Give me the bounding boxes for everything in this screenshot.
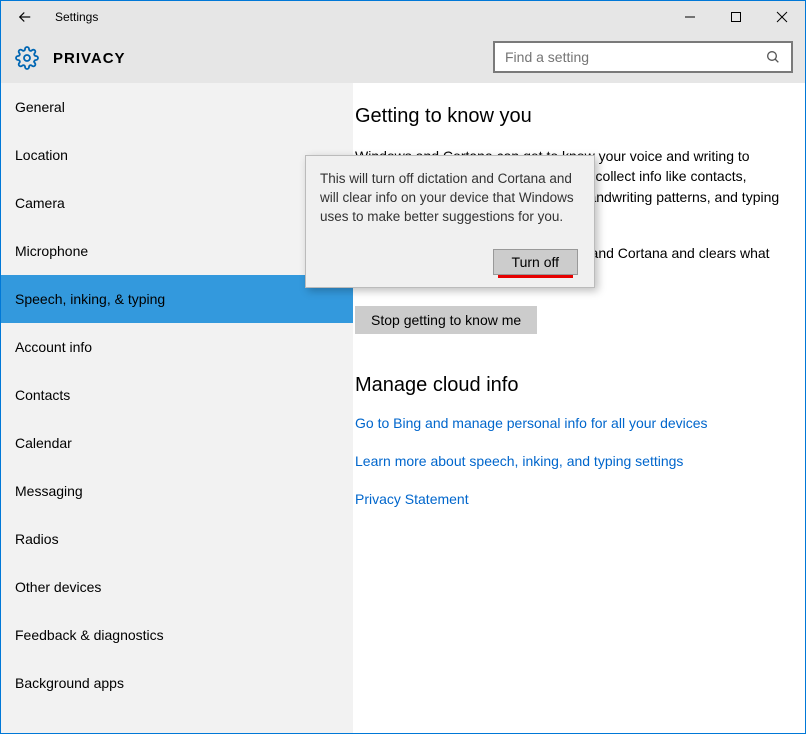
sidebar-item-microphone[interactable]: Microphone [1, 227, 353, 275]
sidebar-item-background-apps[interactable]: Background apps [1, 659, 353, 707]
sidebar-item-camera[interactable]: Camera [1, 179, 353, 227]
section-getting-to-know-you-title: Getting to know you [355, 105, 781, 128]
maximize-button[interactable] [713, 1, 759, 33]
search-input[interactable] [505, 49, 765, 65]
close-button[interactable] [759, 1, 805, 33]
sidebar-item-location[interactable]: Location [1, 131, 353, 179]
sidebar-item-speech-inking-typing[interactable]: Speech, inking, & typing [1, 275, 353, 323]
maximize-icon [730, 11, 742, 23]
titlebar: Settings [1, 1, 805, 33]
popup-message: This will turn off dictation and Cortana… [320, 170, 578, 227]
search-icon [765, 49, 781, 65]
confirm-turn-off-popup: This will turn off dictation and Cortana… [305, 155, 595, 288]
back-arrow-icon [16, 8, 34, 26]
sidebar: General Location Camera Microphone Speec… [1, 83, 353, 733]
sidebar-item-contacts[interactable]: Contacts [1, 371, 353, 419]
header: PRIVACY [1, 33, 805, 83]
privacy-statement-link[interactable]: Privacy Statement [355, 491, 781, 507]
sidebar-item-account-info[interactable]: Account info [1, 323, 353, 371]
turn-off-button[interactable]: Turn off [493, 249, 578, 275]
minimize-button[interactable] [667, 1, 713, 33]
close-icon [776, 11, 788, 23]
sidebar-item-other-devices[interactable]: Other devices [1, 563, 353, 611]
sidebar-item-calendar[interactable]: Calendar [1, 419, 353, 467]
bing-personal-info-link[interactable]: Go to Bing and manage personal info for … [355, 415, 781, 431]
search-box[interactable] [493, 41, 793, 73]
gear-icon [15, 46, 39, 70]
settings-window: Settings PRIVACY General Loca [0, 0, 806, 734]
popup-button-row: Turn off [320, 249, 578, 275]
window-controls [667, 1, 805, 33]
window-title: Settings [49, 10, 98, 24]
minimize-icon [684, 11, 696, 23]
sidebar-item-general[interactable]: General [1, 83, 353, 131]
page-title: PRIVACY [53, 50, 126, 67]
sidebar-item-feedback-diagnostics[interactable]: Feedback & diagnostics [1, 611, 353, 659]
back-button[interactable] [1, 1, 49, 33]
sidebar-item-messaging[interactable]: Messaging [1, 467, 353, 515]
sidebar-item-radios[interactable]: Radios [1, 515, 353, 563]
stop-getting-to-know-me-button[interactable]: Stop getting to know me [355, 306, 537, 334]
learn-more-link[interactable]: Learn more about speech, inking, and typ… [355, 453, 781, 469]
section-manage-cloud-info-title: Manage cloud info [355, 374, 781, 397]
